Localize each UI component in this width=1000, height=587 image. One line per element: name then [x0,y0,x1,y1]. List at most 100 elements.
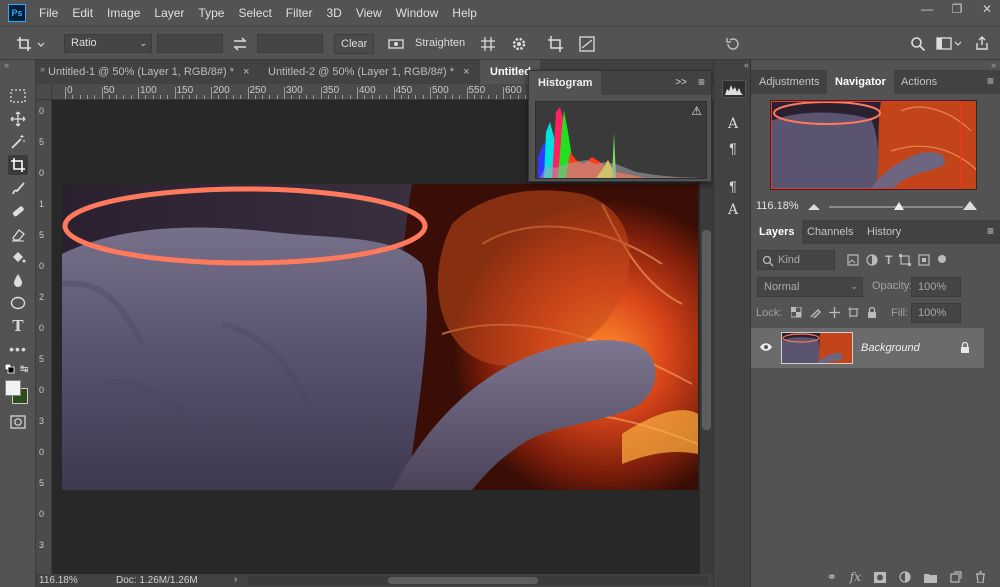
expand-panels-icon[interactable]: « [744,60,749,70]
menu-3d[interactable]: 3D [319,6,348,20]
close-tab-icon[interactable]: × [463,66,469,78]
tab-untitled-1[interactable]: Untitled-1 @ 50% (Layer 1, RGB/8#) * × [36,60,260,84]
swap-colors-icon[interactable]: ↹ [20,364,28,375]
shape-filter-icon[interactable] [899,254,912,266]
layer-style-icon[interactable]: fx [850,570,861,584]
quick-mask-icon[interactable] [8,412,28,432]
move-tool-icon[interactable] [8,109,28,129]
histogram-expand-icon[interactable]: >> [675,77,687,88]
swap-icon[interactable] [232,37,248,51]
trash-icon[interactable] [975,571,986,583]
new-group-icon[interactable] [924,572,937,583]
magic-wand-tool-icon[interactable] [8,132,28,152]
healing-brush-tool-icon[interactable] [8,201,28,221]
paragraph-panel-icon[interactable]: ¶ [724,140,742,158]
layer-name[interactable]: Background [861,342,920,354]
panel-menu-icon[interactable]: ≡ [698,75,705,89]
menu-type[interactable]: Type [191,6,231,20]
lock-position-icon[interactable] [829,307,840,318]
zoom-in-icon[interactable] [962,200,978,211]
menu-view[interactable]: View [349,6,389,20]
tab-channels[interactable]: Channels [799,220,861,244]
status-zoom[interactable]: 116.18% [39,575,78,586]
tab-navigator[interactable]: Navigator [827,70,894,94]
navigator-zoom-value[interactable]: 116.18% [756,200,799,212]
clear-button[interactable]: Clear [334,34,375,54]
eraser-tool-icon[interactable] [8,224,28,244]
character-panel-icon[interactable]: A [724,116,742,134]
panel-menu-icon[interactable]: ≡ [987,224,994,238]
warning-icon[interactable]: ⚠ [691,104,702,118]
link-layers-icon[interactable]: ⚭ [827,570,837,584]
menu-image[interactable]: Image [100,6,147,20]
status-menu-arrow[interactable]: › [234,574,237,585]
horizontal-scrollbar[interactable] [248,576,708,585]
layer-kind-filter[interactable]: Kind [757,250,835,270]
workspace-icon[interactable] [936,36,962,52]
zoom-slider[interactable] [829,202,963,210]
eye-icon[interactable] [759,342,773,352]
filter-toggle-icon[interactable] [937,254,947,264]
lock-artboard-icon[interactable] [848,307,859,318]
menu-edit[interactable]: Edit [65,6,100,20]
crop-tool-icon[interactable] [8,155,28,175]
lock-image-icon[interactable] [810,307,821,318]
straighten-button[interactable]: Straighten [409,34,471,54]
navigator-thumbnail[interactable] [770,100,977,190]
zoom-slider-handle[interactable] [893,202,904,210]
blur-tool-icon[interactable] [8,270,28,290]
type-tool-icon[interactable]: T [8,316,28,336]
height-input[interactable] [257,34,323,53]
restore-icon[interactable]: ❐ [950,2,964,16]
histogram-panel-icon[interactable] [722,80,746,98]
more-tools-icon[interactable]: ••• [8,339,28,359]
adjustment-filter-icon[interactable] [866,254,878,266]
menu-layer[interactable]: Layer [147,6,191,20]
search-icon[interactable] [910,36,926,52]
layer-row-background[interactable]: Background [751,328,984,368]
crop-tool-preset-icon[interactable] [16,35,46,53]
collapse-toolbar-icon[interactable]: » [4,60,9,70]
close-icon[interactable]: ✕ [980,2,994,16]
brush-tool-icon[interactable] [8,178,28,198]
paragraph-styles-icon[interactable]: ¶ [724,178,742,196]
collapse-dock-icon[interactable]: » [991,60,996,70]
menu-file[interactable]: File [32,6,65,20]
gear-icon[interactable] [511,36,527,52]
panel-menu-icon[interactable]: ≡ [987,74,994,88]
image-filter-icon[interactable] [847,254,859,266]
tab-actions[interactable]: Actions [893,70,945,94]
add-mask-icon[interactable] [874,571,886,583]
ratio-select[interactable]: Ratio ⌄ [64,34,152,53]
lock-all-icon[interactable] [867,307,877,318]
tab-histogram[interactable]: Histogram [529,71,602,95]
default-colors-icon[interactable] [5,364,15,374]
lock-transparent-icon[interactable] [791,307,802,318]
vertical-scrollbar-thumb[interactable] [702,230,711,430]
blend-mode-select[interactable]: Normal ⌄ [757,277,863,297]
menu-filter[interactable]: Filter [279,6,320,20]
grid-overlay-icon[interactable] [480,36,496,52]
tab-history[interactable]: History [859,220,909,244]
zoom-out-icon[interactable] [807,203,821,211]
reset-icon[interactable] [725,36,741,52]
opacity-input[interactable]: 100% [911,277,961,297]
horizontal-scrollbar-thumb[interactable] [388,577,538,584]
straighten-icon[interactable] [388,37,404,51]
delete-cropped-pixels-icon[interactable] [546,34,566,54]
menu-select[interactable]: Select [231,6,278,20]
tab-layers[interactable]: Layers [751,220,803,244]
marquee-tool-icon[interactable] [8,86,28,106]
width-input[interactable] [157,34,223,53]
document-image[interactable] [62,184,698,490]
new-layer-icon[interactable] [950,571,962,583]
share-icon[interactable] [974,35,990,51]
close-tab-icon[interactable]: × [243,66,249,78]
foreground-color-swatch[interactable] [5,380,21,396]
type-filter-icon[interactable]: T [885,254,892,266]
tab-untitled-2[interactable]: Untitled-2 @ 50% (Layer 1, RGB/8#) * × [258,60,480,84]
tab-adjustments[interactable]: Adjustments [751,70,828,94]
fill-input[interactable]: 100% [911,303,961,323]
menu-help[interactable]: Help [445,6,484,20]
navigator-view-box[interactable] [771,101,961,189]
